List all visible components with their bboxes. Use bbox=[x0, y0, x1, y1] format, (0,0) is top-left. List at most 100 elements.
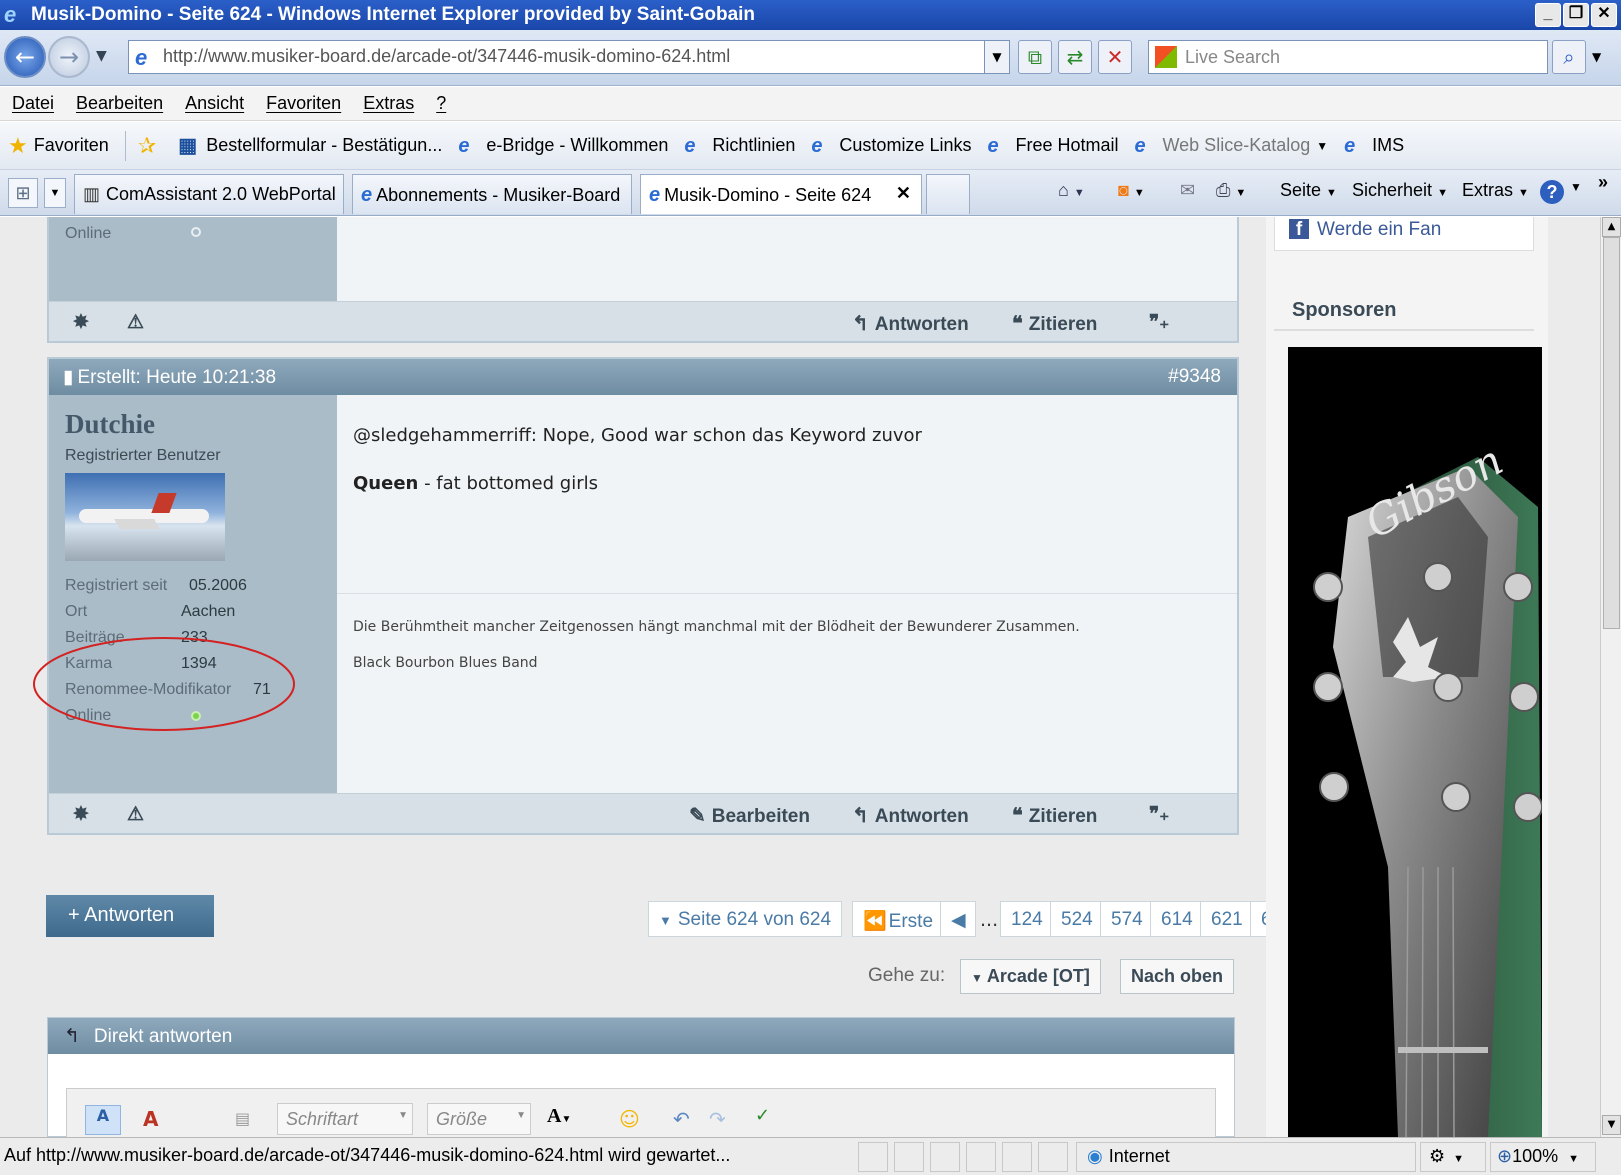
page-link-574[interactable]: 574 bbox=[1100, 901, 1154, 937]
page-menu-button[interactable]: Seite ▼ bbox=[1280, 180, 1337, 201]
address-dropdown-button[interactable]: ▼ bbox=[984, 40, 1010, 74]
page-link-614[interactable]: 614 bbox=[1150, 901, 1204, 937]
favorite-link[interactable]: e Customize Links bbox=[811, 135, 971, 156]
user-info-sidebar: Dutchie Registrierter Benutzer Registrie… bbox=[33, 395, 337, 793]
multi-quote-icon[interactable]: ❞₊ bbox=[1149, 311, 1169, 334]
post-number[interactable]: #9348 bbox=[1168, 366, 1221, 388]
reply-button[interactable]: ↰ Antworten bbox=[852, 311, 969, 336]
font-select[interactable]: Schriftart ▼ bbox=[277, 1103, 413, 1135]
back-button[interactable]: ← bbox=[4, 36, 46, 78]
address-input[interactable]: e http://www.musiker-board.de/arcade-ot/… bbox=[128, 40, 1010, 74]
text-color-icon[interactable]: A▼ bbox=[547, 1105, 571, 1128]
search-input[interactable]: Live Search bbox=[1148, 40, 1548, 74]
tab-abonnements[interactable]: e Abonnements - Musiker-Board bbox=[352, 174, 632, 214]
vertical-scrollbar[interactable]: ▲ ▼ bbox=[1600, 217, 1621, 1137]
stop-icon[interactable]: ✕ bbox=[1098, 40, 1132, 74]
favorite-link[interactable]: ▦ Bestellformular - Bestätigun... bbox=[178, 135, 442, 156]
previous-page-icon[interactable]: ◀ bbox=[940, 901, 976, 937]
close-window-button[interactable]: ✕ bbox=[1591, 3, 1617, 27]
scroll-up-icon[interactable]: ▲ bbox=[1602, 217, 1621, 237]
minimize-button[interactable]: _ bbox=[1535, 3, 1561, 27]
page-link-621[interactable]: 621 bbox=[1200, 901, 1254, 937]
report-post-icon[interactable]: ⚠ bbox=[127, 311, 144, 334]
facebook-icon: f bbox=[1289, 219, 1309, 240]
restore-button[interactable]: ❐ bbox=[1563, 3, 1589, 27]
report-post-icon[interactable]: ⚠ bbox=[127, 803, 144, 826]
favorite-link[interactable]: e Web Slice-Katalog ▼ bbox=[1135, 135, 1329, 156]
history-dropdown-icon[interactable]: ▼ bbox=[96, 48, 107, 64]
new-reply-button[interactable]: + Antworten bbox=[46, 895, 214, 937]
protected-mode-icon[interactable]: ⚙ ▼ bbox=[1420, 1142, 1486, 1172]
toolbar-overflow-icon[interactable]: » bbox=[1598, 172, 1608, 193]
search-options-icon[interactable]: ▼ bbox=[1592, 50, 1601, 64]
back-to-top-button[interactable]: Nach oben bbox=[1120, 959, 1235, 994]
favorite-link[interactable]: e Free Hotmail bbox=[987, 135, 1118, 156]
home-icon[interactable]: ⌂ ▼ bbox=[1058, 180, 1085, 201]
ie-icon: e bbox=[361, 184, 373, 206]
menu-help[interactable]: ? bbox=[436, 93, 446, 114]
spellcheck-icon[interactable]: ✓ bbox=[755, 1105, 770, 1126]
security-zone[interactable]: ◉ Internet bbox=[1076, 1142, 1416, 1172]
new-tab-button[interactable] bbox=[926, 174, 970, 214]
menu-extras[interactable]: Extras bbox=[363, 93, 414, 114]
menu-ansicht[interactable]: Ansicht bbox=[185, 93, 244, 114]
scroll-thumb[interactable] bbox=[1603, 237, 1620, 629]
remove-format-icon[interactable]: A bbox=[143, 1107, 158, 1131]
previous-post-sidebar: Online bbox=[49, 217, 337, 304]
facebook-fan-link[interactable]: f Werde ein Fan bbox=[1274, 217, 1534, 251]
menu-datei[interactable]: Datei bbox=[12, 93, 54, 114]
multi-quote-icon[interactable]: ❞₊ bbox=[1149, 803, 1169, 826]
user-avatar[interactable] bbox=[65, 473, 225, 561]
size-select[interactable]: Größe ▼ bbox=[427, 1103, 531, 1135]
menu-favoriten[interactable]: Favoriten bbox=[266, 93, 341, 114]
chevron-down-icon: ▼ bbox=[659, 913, 672, 928]
forum-jump-button[interactable]: ▼ Arcade [OT] bbox=[960, 959, 1101, 994]
undo-icon[interactable]: ↶ bbox=[673, 1107, 690, 1131]
tab-musik-domino[interactable]: e Musik-Domino - Seite 624 ✕ bbox=[640, 174, 922, 214]
add-favorite-icon: ✰ bbox=[137, 132, 157, 158]
ie-icon: e bbox=[684, 134, 696, 157]
read-mail-icon[interactable]: ✉ bbox=[1180, 180, 1195, 201]
help-dropdown-icon[interactable]: ▼ bbox=[1570, 180, 1582, 194]
favorite-link[interactable]: e Richtlinien bbox=[684, 135, 795, 156]
page-jump-dropdown[interactable]: ▼ Seite 624 von 624 bbox=[648, 901, 843, 937]
print-icon[interactable]: ⎙ ▼ bbox=[1216, 180, 1246, 201]
reply-button[interactable]: ↰ Antworten bbox=[852, 803, 969, 828]
tools-menu-button[interactable]: Extras ▼ bbox=[1462, 180, 1529, 201]
favorites-button[interactable]: ★ Favoriten bbox=[8, 133, 109, 159]
page-link-524[interactable]: 524 bbox=[1050, 901, 1104, 937]
safety-menu-button[interactable]: Sicherheit ▼ bbox=[1352, 180, 1448, 201]
forward-button[interactable]: → bbox=[48, 36, 90, 78]
first-page-link[interactable]: ⏪ Erste bbox=[852, 901, 945, 937]
paste-icon[interactable]: ▤ bbox=[235, 1109, 250, 1128]
window-title: Musik-Domino - Seite 624 - Windows Inter… bbox=[31, 4, 756, 25]
window-title-bar[interactable]: e Musik-Domino - Seite 624 - Windows Int… bbox=[0, 0, 1621, 30]
favorite-link[interactable]: e e-Bridge - Willkommen bbox=[458, 135, 668, 156]
smiley-icon[interactable]: ☺ bbox=[619, 1107, 640, 1131]
add-favorite-button[interactable]: ✰ bbox=[138, 133, 162, 159]
tab-comassistant[interactable]: ▥ ComAssistant 2.0 WebPortal bbox=[74, 174, 344, 214]
scroll-down-icon[interactable]: ▼ bbox=[1602, 1115, 1621, 1135]
quote-button[interactable]: ❝ Zitieren bbox=[1012, 803, 1097, 828]
username[interactable]: Dutchie bbox=[65, 409, 155, 440]
help-icon[interactable]: ? bbox=[1540, 180, 1564, 204]
wysiwyg-toggle-icon[interactable]: A bbox=[85, 1105, 121, 1135]
quick-reply-panel: ↰ Direkt antworten A A ▤ Schriftart ▼ Größ… bbox=[47, 1017, 1235, 1137]
close-tab-icon[interactable]: ✕ bbox=[896, 183, 911, 204]
edit-button[interactable]: ✎ Bearbeiten bbox=[689, 803, 810, 828]
quick-tabs-icon[interactable]: ⊞ bbox=[8, 178, 38, 208]
compatibility-view-icon[interactable]: ⧉ bbox=[1018, 40, 1052, 74]
refresh-icon[interactable]: ⇄ bbox=[1058, 40, 1092, 74]
menu-bearbeiten[interactable]: Bearbeiten bbox=[76, 93, 163, 114]
tab-list-dropdown[interactable]: ▼ bbox=[44, 178, 66, 208]
quote-button[interactable]: ❝ Zitieren bbox=[1012, 311, 1097, 336]
zoom-control[interactable]: ⊕100% ▼ bbox=[1490, 1142, 1596, 1172]
redo-icon[interactable]: ↷ bbox=[709, 1107, 726, 1131]
gibson-guitar-ad[interactable]: Gibson bbox=[1288, 347, 1542, 1137]
reputation-icon[interactable]: ✸ bbox=[73, 803, 89, 826]
favorite-link[interactable]: e IMS bbox=[1344, 135, 1404, 156]
reputation-icon[interactable]: ✸ bbox=[73, 311, 89, 334]
rss-feed-icon[interactable]: ◙ ▼ bbox=[1118, 180, 1145, 201]
search-icon[interactable]: ⌕ bbox=[1552, 40, 1586, 74]
page-link-124[interactable]: 124 bbox=[1000, 901, 1054, 937]
